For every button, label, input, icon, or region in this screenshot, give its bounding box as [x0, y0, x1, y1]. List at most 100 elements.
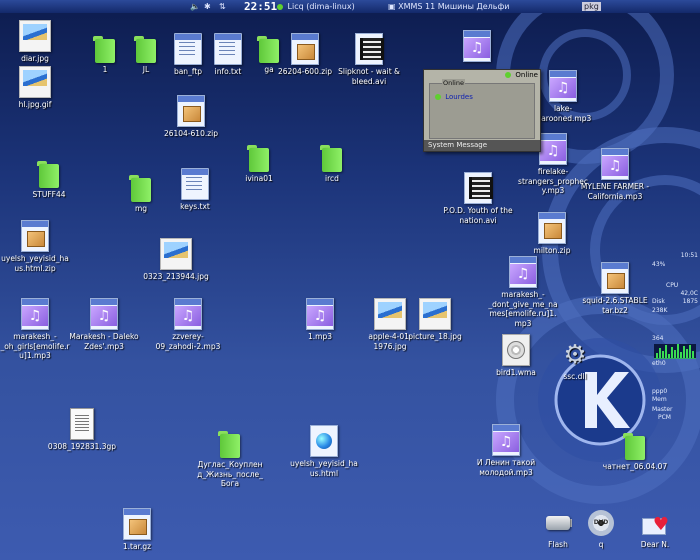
desktop-icon-label: uyelsh_yeyisid_haus.html [290, 459, 358, 478]
desktop-icon[interactable]: ivina01 [224, 142, 294, 184]
mp3-icon [21, 298, 49, 330]
img-icon [19, 20, 51, 52]
desktop-icon[interactable]: zzverey-09_zahodi-2.mp3 [153, 298, 223, 351]
desktop-icon-label: ircd [325, 174, 339, 183]
desktop-icon[interactable]: squid-2.6.STABLE tar.bz2 [580, 262, 650, 315]
html-icon [310, 425, 338, 457]
desktop-icon[interactable]: STUFF44 [14, 158, 84, 200]
desktop-icon[interactable]: 0308_192831.3gp [47, 408, 117, 452]
mp3-icon [601, 148, 629, 180]
ram-value: 238K [652, 307, 668, 314]
disk-label: Disk [652, 298, 665, 305]
zip-icon [291, 33, 319, 65]
desktop-icon[interactable]: marakesh_-_dont_give_me_names[emolife.ru… [488, 256, 558, 328]
desktop-icon-label: 1.mp3 [308, 332, 332, 341]
desktop-icon-label: zzverey-09_zahodi-2.mp3 [155, 332, 221, 351]
desktop-icon[interactable]: picture_18.jpg [400, 298, 470, 342]
contact-lourdes[interactable]: Lourdes [435, 93, 473, 101]
top-panel: 🔈 ✱ ⇅ 22:51 Licq (dima-linux) ▣ XMMS 11 … [0, 0, 700, 13]
mp3-icon [509, 256, 537, 288]
network-icon[interactable]: ⇅ [219, 0, 226, 13]
folder-icon [620, 430, 650, 460]
tray-indicator[interactable]: pkg [582, 2, 601, 11]
desktop-icon-label: 26104-610.zip [163, 129, 219, 138]
desktop-icon[interactable]: P.O.D. Youth of the nation.avi [443, 172, 513, 225]
desktop-icon[interactable]: uyelsh_yeyisid_haus.html [289, 425, 359, 478]
desktop-icon-label: P.O.D. Youth of the nation.avi [443, 206, 513, 225]
xmms-icon: ▣ [388, 2, 396, 11]
monitor-percent: 43% [652, 261, 666, 268]
desktop-icon-label: squid-2.6.STABLE tar.bz2 [582, 296, 648, 315]
desktop-icon-label: STUFF44 [32, 190, 66, 199]
desktop-icon[interactable]: uyelsh_yeyisid_haus.html.zip [0, 220, 70, 273]
folder-icon [215, 428, 245, 458]
desktop-icon[interactable] [442, 30, 512, 64]
desktop-icon-label: Slipknot - wait & bleed.avi [338, 67, 400, 86]
clock[interactable]: 22:51 [244, 0, 277, 13]
desktop-icon[interactable]: Marakesh - Daleko Zdes'.mp3 [69, 298, 139, 351]
zip-icon [21, 220, 49, 252]
desktop-icon[interactable]: 26104-610.zip [156, 95, 226, 139]
licq-window[interactable]: Online Online Lourdes System Message [423, 69, 541, 152]
desktop-icon[interactable]: 0323_213944.jpg [141, 238, 211, 282]
licq-taskbar-button[interactable]: Licq (dima-linux) [277, 0, 355, 13]
mp3-icon [306, 298, 334, 330]
desktop-icon-label: Marakesh - Daleko Zdes'.mp3 [69, 332, 139, 351]
avi-icon [355, 33, 384, 65]
desktop-icon[interactable]: ssc.dll [540, 340, 610, 382]
system-message-button[interactable]: System Message [424, 140, 540, 151]
desktop-icon[interactable]: milton.zip [517, 212, 587, 256]
xmms-label: XMMS [398, 2, 423, 11]
img-icon [19, 66, 51, 98]
desktop-icon-label: 1.tar.gz [122, 542, 152, 551]
ppp-label: ppp0 [652, 388, 668, 395]
dvd-icon [586, 508, 616, 538]
desktop-icon-label: Дуглас_Коупленд_Жизнь_после_Бога [197, 460, 263, 488]
file-icon [70, 408, 94, 440]
gear-tray-icon[interactable]: ✱ [204, 0, 211, 13]
desktop-icon-label: diar.jpg [21, 54, 49, 63]
mp3-icon [549, 70, 577, 102]
desktop-icon[interactable]: чатнет_06.04.07 [600, 430, 670, 472]
desktop-icon-label: Dear N. [640, 540, 670, 549]
desktop-icon-label: И Ленин такой молодой.mp3 [476, 458, 536, 477]
desktop-icon[interactable]: diar.jpg [0, 20, 70, 64]
desktop-icon[interactable]: 1.tar.gz [102, 508, 172, 552]
pcm-volume-label: PCM [658, 414, 671, 421]
desktop-icon[interactable]: keys.txt [160, 168, 230, 212]
contact-group: Online Lourdes [429, 79, 535, 139]
desktop-icon[interactable]: Slipknot - wait & bleed.avi [334, 33, 404, 86]
desktop-icon-label: uyelsh_yeyisid_haus.html.zip [1, 254, 69, 273]
mp3-icon [174, 298, 202, 330]
desktop-icon-label: чатнет_06.04.07 [602, 462, 668, 471]
desktop-icon[interactable]: MYLENE FARMER - California.mp3 [580, 148, 650, 201]
desktop-icon-label: firelake-strangers_prophecy.mp3 [518, 167, 588, 195]
contact-group-title: Online [442, 79, 465, 87]
desktop-icon[interactable]: marakesh_-_oh_girls[emolife.ru]1.mp3 [0, 298, 70, 361]
desktop-icon-label: 0323_213944.jpg [143, 272, 209, 281]
xmms-taskbar-button[interactable]: ▣ XMMS 11 Мишины Дельфи [388, 0, 510, 13]
desktop-icon-label: keys.txt [180, 202, 210, 211]
img-icon [419, 298, 451, 330]
licq-status-button[interactable]: Online [505, 71, 538, 79]
mem-label: Mem [652, 396, 667, 403]
desktop-icon[interactable]: hl.jpg.gif [0, 66, 70, 110]
desktop-icon[interactable]: 26204-600.zip [270, 33, 340, 77]
desktop-icon[interactable]: ircd [297, 142, 367, 184]
desktop-icon-label: ssc.dll [563, 372, 587, 381]
zip-icon [538, 212, 566, 244]
licq-status-label: Online [515, 71, 538, 79]
mp3-icon [90, 298, 118, 330]
desktop-icon[interactable]: Dear N. [620, 508, 690, 550]
eth0-label: eth0 [652, 360, 666, 367]
desktop-icon[interactable]: Дуглас_Коупленд_Жизнь_после_Бога [195, 428, 265, 489]
mp3-icon [492, 424, 520, 456]
desktop-icon[interactable]: И Ленин такой молодой.mp3 [471, 424, 541, 477]
speaker-icon[interactable]: 🔈 [190, 0, 200, 13]
avi-icon [464, 172, 493, 204]
desktop-icon-label: hl.jpg.gif [18, 100, 52, 109]
desktop-icon-label: 26204-600.zip [277, 67, 333, 76]
cpu-freq: 1875 [682, 298, 698, 305]
cpu-temp: 42,0C [680, 290, 698, 297]
desktop-icon[interactable]: 1.mp3 [285, 298, 355, 342]
